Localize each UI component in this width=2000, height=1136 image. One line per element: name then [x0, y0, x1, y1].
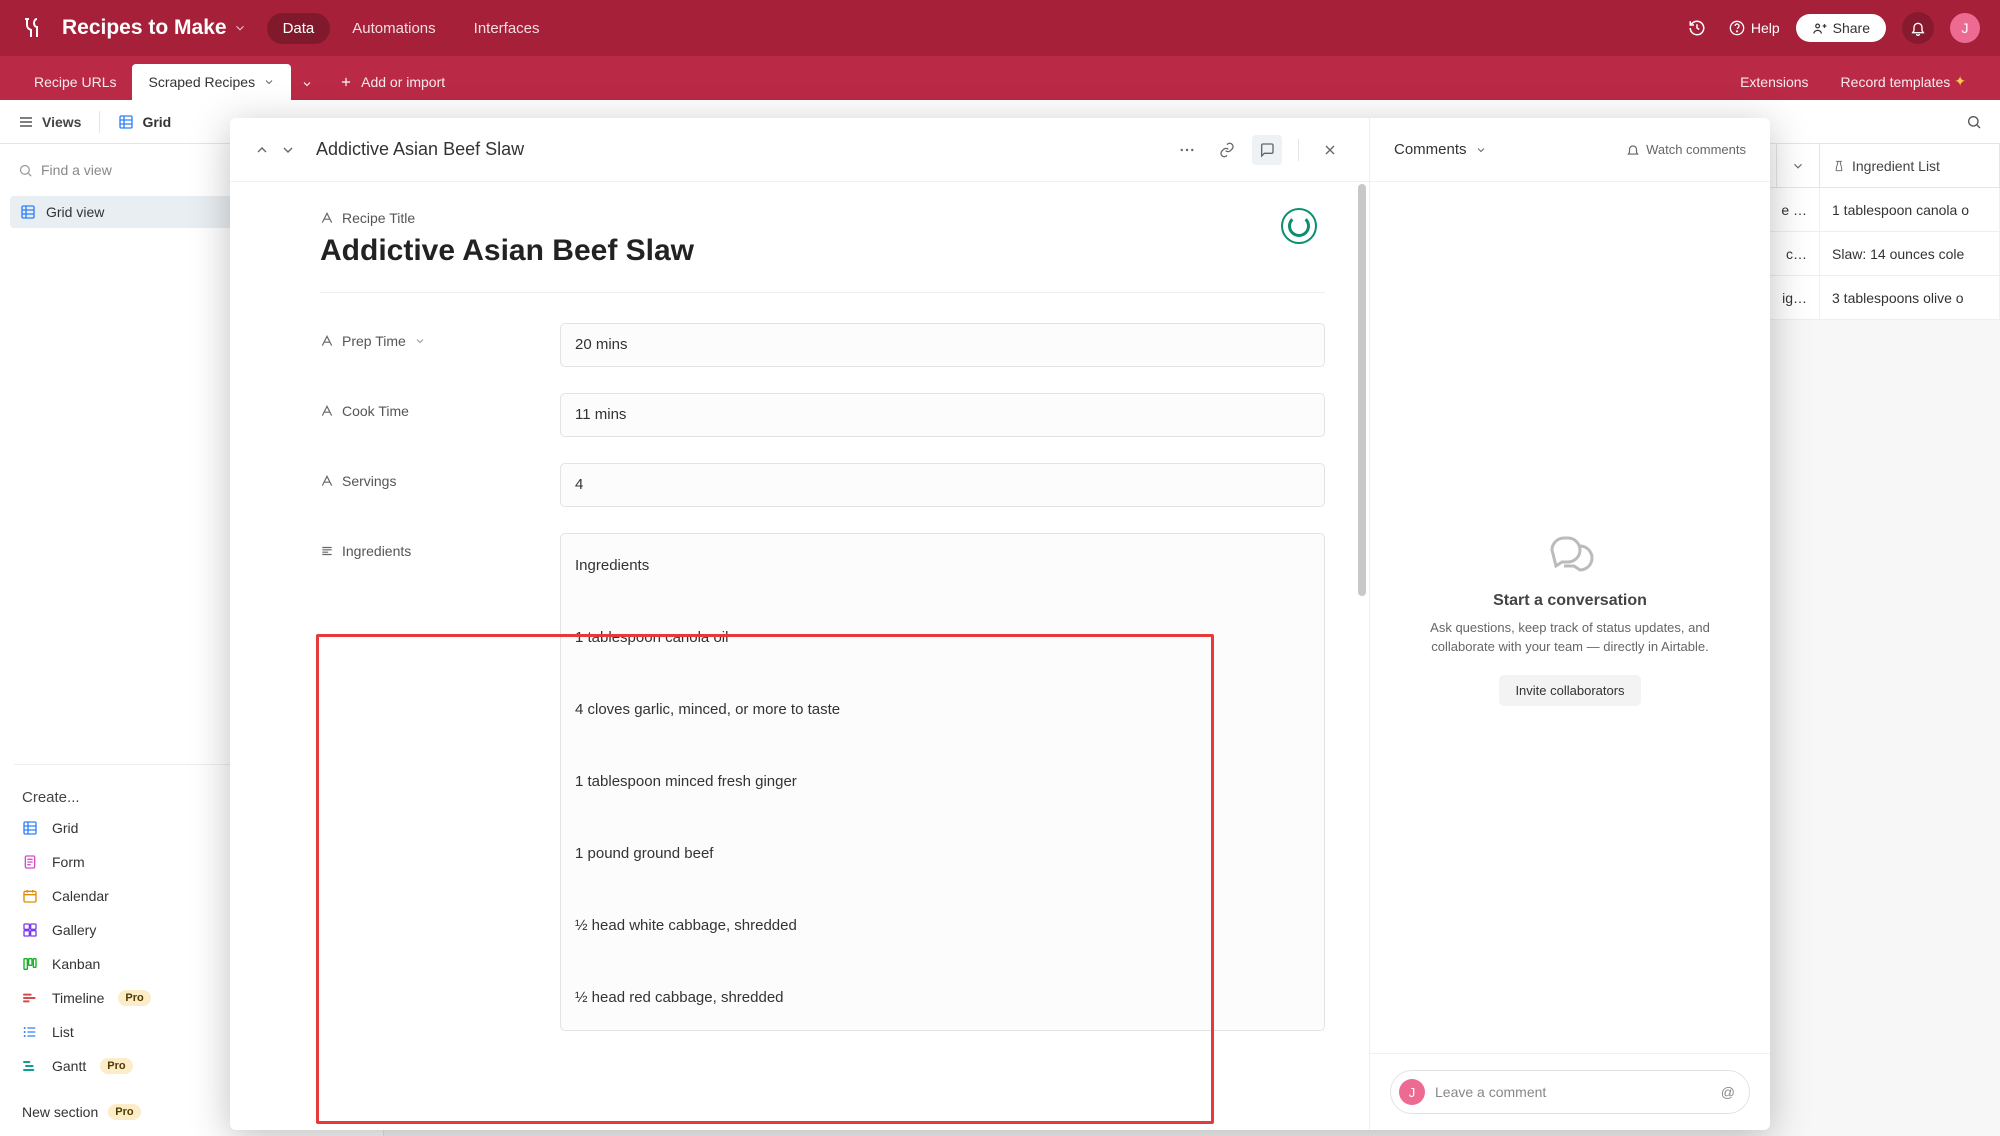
grid-view-picker[interactable]: Grid	[118, 114, 171, 130]
text-icon	[320, 474, 334, 488]
kanban-icon	[22, 956, 38, 972]
user-avatar: J	[1399, 1079, 1425, 1105]
modal-title: Addictive Asian Beef Slaw	[316, 139, 524, 160]
tab-automations[interactable]: Automations	[336, 13, 451, 44]
share-button[interactable]: Share	[1796, 14, 1886, 42]
text-icon	[320, 404, 334, 418]
pro-badge: Pro	[100, 1058, 132, 1074]
column-options-chevron[interactable]	[1776, 144, 1820, 188]
table-tab-more[interactable]	[291, 68, 323, 100]
notifications-icon[interactable]	[1902, 12, 1934, 44]
column-header-ingredient-list[interactable]: Ingredient List	[1820, 144, 2000, 188]
top-bar: Recipes to Make Data Automations Interfa…	[0, 0, 2000, 56]
chevron-down-icon[interactable]	[1475, 144, 1487, 156]
views-button[interactable]: Views	[18, 114, 81, 130]
modal-body: Recipe Title Addictive Asian Beef Slaw P…	[230, 182, 1369, 1130]
plus-icon	[339, 75, 353, 89]
record-title[interactable]: Addictive Asian Beef Slaw	[320, 234, 1325, 268]
ingredients-textarea[interactable]: Ingredients 1 tablespoon canola oil 4 cl…	[560, 533, 1325, 1031]
app-logo-icon	[20, 16, 44, 40]
add-or-import-button[interactable]: Add or import	[323, 64, 461, 100]
form-icon	[22, 854, 38, 870]
toggle-comments-icon[interactable]	[1252, 135, 1282, 165]
long-text-icon	[320, 544, 334, 558]
chevron-down-icon	[301, 78, 313, 90]
field-label-cook-time[interactable]: Cook Time	[320, 393, 560, 419]
modal-header: Addictive Asian Beef Slaw	[230, 118, 1369, 182]
record-modal: Addictive Asian Beef Slaw Recipe Title A…	[230, 118, 1770, 1130]
modal-scrollbar[interactable]	[1355, 184, 1369, 1120]
bell-icon	[1626, 143, 1640, 157]
chevron-down-icon	[414, 335, 426, 347]
search-icon[interactable]	[1966, 114, 1982, 130]
field-label-prep-time[interactable]: Prep Time	[320, 323, 560, 349]
cook-time-input[interactable]: 11 mins	[560, 393, 1325, 437]
table-tab-recipe-urls[interactable]: Recipe URLs	[18, 64, 132, 100]
prev-record-icon[interactable]	[254, 142, 270, 158]
base-title[interactable]: Recipes to Make	[62, 16, 227, 40]
menu-icon	[18, 114, 34, 130]
calendar-icon	[22, 888, 38, 904]
grid-icon	[22, 820, 38, 836]
text-icon	[320, 211, 334, 225]
pro-badge: Pro	[108, 1104, 140, 1120]
field-label-recipe-title: Recipe Title	[320, 210, 1325, 226]
comments-header[interactable]: Comments	[1394, 141, 1467, 158]
grid-icon	[20, 204, 36, 220]
text-icon	[320, 334, 334, 348]
tab-interfaces[interactable]: Interfaces	[458, 13, 556, 44]
history-icon[interactable]	[1681, 12, 1713, 44]
tab-data[interactable]: Data	[267, 13, 331, 44]
gantt-icon	[22, 1058, 38, 1074]
list-icon	[22, 1024, 38, 1040]
sparkle-icon: ✦	[1954, 73, 1966, 90]
pro-badge: Pro	[118, 990, 150, 1006]
comments-empty-state: Start a conversation Ask questions, keep…	[1370, 182, 1770, 1053]
base-chevron-icon[interactable]	[233, 21, 247, 35]
top-tabs: Data Automations Interfaces	[267, 13, 556, 44]
chat-bubbles-icon	[1546, 530, 1594, 578]
ai-loading-badge	[1281, 208, 1317, 244]
servings-input[interactable]: 4	[560, 463, 1325, 507]
field-label-servings[interactable]: Servings	[320, 463, 560, 489]
search-icon	[18, 163, 33, 178]
comment-input[interactable]: J Leave a comment @	[1390, 1070, 1750, 1114]
prep-time-input[interactable]: 20 mins	[560, 323, 1325, 367]
comments-panel: Comments Watch comments Start a conversa…	[1370, 118, 1770, 1130]
table-tab-bar: Recipe URLs Scraped Recipes Add or impor…	[0, 56, 2000, 100]
close-icon[interactable]	[1315, 135, 1345, 165]
copy-link-icon[interactable]	[1212, 135, 1242, 165]
gallery-icon	[22, 922, 38, 938]
extensions-button[interactable]: Extensions	[1724, 64, 1824, 100]
chevron-down-icon	[263, 76, 275, 88]
mention-icon[interactable]: @	[1721, 1084, 1735, 1100]
invite-collaborators-button[interactable]: Invite collaborators	[1499, 675, 1640, 706]
user-avatar[interactable]: J	[1950, 13, 1980, 43]
table-tab-scraped-recipes[interactable]: Scraped Recipes	[132, 64, 291, 100]
timeline-icon	[22, 990, 38, 1006]
record-templates-button[interactable]: Record templates ✦	[1825, 63, 1982, 100]
grid-icon	[118, 114, 134, 130]
field-label-ingredients[interactable]: Ingredients	[320, 533, 560, 559]
next-record-icon[interactable]	[280, 142, 296, 158]
watch-comments-button[interactable]: Watch comments	[1626, 142, 1746, 157]
formula-icon	[1832, 159, 1846, 173]
more-options-icon[interactable]	[1172, 135, 1202, 165]
help-button[interactable]: Help	[1729, 20, 1780, 36]
